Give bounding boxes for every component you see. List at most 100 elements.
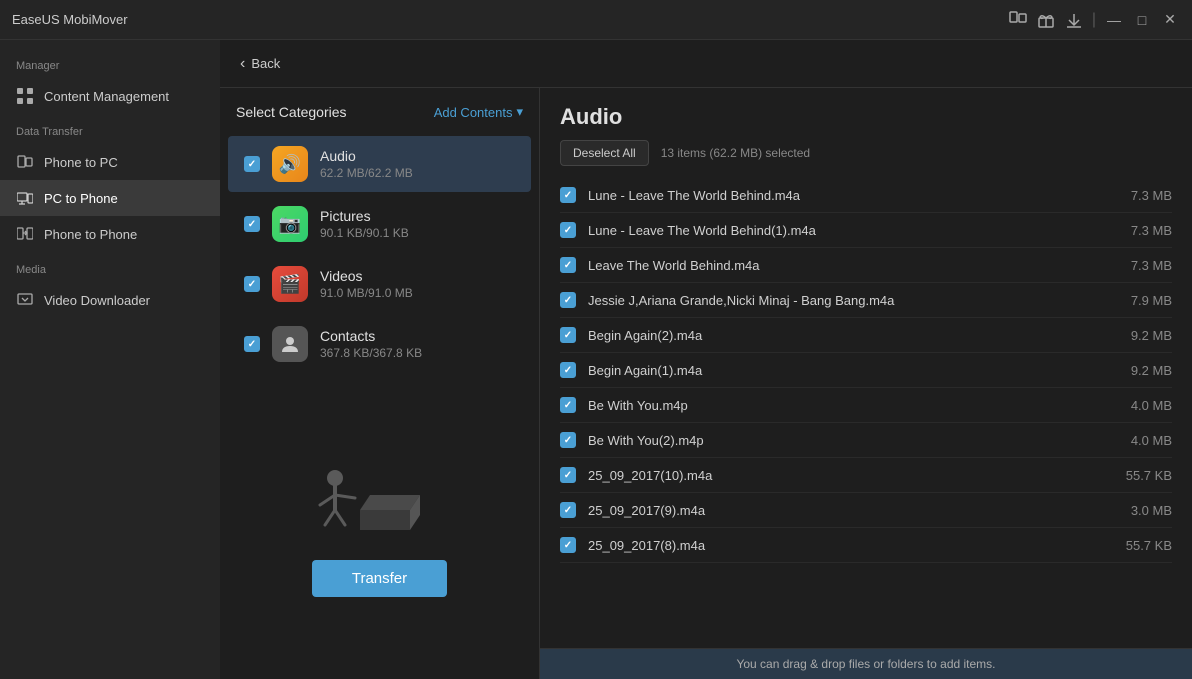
file-name: Begin Again(2).m4a xyxy=(588,328,1090,343)
file-size: 7.9 MB xyxy=(1102,293,1172,308)
file-name: Begin Again(1).m4a xyxy=(588,363,1090,378)
add-contents-arrow-icon: ▾ xyxy=(516,104,523,120)
file-checkbox[interactable] xyxy=(560,397,576,413)
audio-icon: 🔊 xyxy=(272,146,308,182)
add-contents-label: Add Contents xyxy=(434,105,513,120)
pictures-info: Pictures 90.1 KB/90.1 KB xyxy=(320,208,515,240)
titlebar: EaseUS MobiMover | — □ ✕ xyxy=(0,0,1192,40)
file-name: Jessie J,Ariana Grande,Nicki Minaj - Ban… xyxy=(588,293,1090,308)
back-button[interactable]: ‹ Back xyxy=(240,55,280,73)
file-size: 3.0 MB xyxy=(1102,503,1172,518)
file-size: 9.2 MB xyxy=(1102,328,1172,343)
file-item: Be With You.m4p 4.0 MB xyxy=(560,388,1172,423)
videos-info: Videos 91.0 MB/91.0 MB xyxy=(320,268,515,300)
transfer-area: Transfer xyxy=(220,374,539,663)
category-videos[interactable]: 🎬 Videos 91.0 MB/91.0 MB xyxy=(228,256,531,312)
device-icon[interactable] xyxy=(1008,10,1028,30)
file-name: Be With You(2).m4p xyxy=(588,433,1090,448)
categories-panel: Select Categories Add Contents ▾ 🔊 Audio… xyxy=(220,88,540,679)
pictures-size: 90.1 KB/90.1 KB xyxy=(320,226,515,240)
file-name: Lune - Leave The World Behind.m4a xyxy=(588,188,1090,203)
close-button[interactable]: ✕ xyxy=(1160,10,1180,30)
contacts-size: 367.8 KB/367.8 KB xyxy=(320,346,515,360)
transfer-button[interactable]: Transfer xyxy=(312,560,447,597)
files-title: Audio xyxy=(560,104,1172,130)
file-name: Be With You.m4p xyxy=(588,398,1090,413)
sidebar-item-content-management[interactable]: Content Management xyxy=(0,78,220,114)
file-item: 25_09_2017(8).m4a55.7 KB xyxy=(560,528,1172,563)
category-pictures[interactable]: 📷 Pictures 90.1 KB/90.1 KB xyxy=(228,196,531,252)
videos-size: 91.0 MB/91.0 MB xyxy=(320,286,515,300)
sidebar-item-video-downloader[interactable]: Video Downloader xyxy=(0,282,220,318)
main-container: Manager Content Management Data Transfer xyxy=(0,40,1192,679)
gift-icon[interactable] xyxy=(1036,10,1056,30)
phone-to-pc-icon xyxy=(16,153,34,171)
videos-checkbox[interactable] xyxy=(244,276,260,292)
audio-checkbox[interactable] xyxy=(244,156,260,172)
add-contents-button[interactable]: Add Contents ▾ xyxy=(434,104,523,120)
audio-info: Audio 62.2 MB/62.2 MB xyxy=(320,148,515,180)
file-checkbox[interactable] xyxy=(560,362,576,378)
pictures-name: Pictures xyxy=(320,208,515,224)
pictures-checkbox[interactable] xyxy=(244,216,260,232)
audio-name: Audio xyxy=(320,148,515,164)
file-checkbox[interactable] xyxy=(560,327,576,343)
minimize-button[interactable]: — xyxy=(1104,10,1124,30)
file-checkbox[interactable] xyxy=(560,502,576,518)
file-item: Begin Again(2).m4a 9.2 MB xyxy=(560,318,1172,353)
contacts-checkbox[interactable] xyxy=(244,336,260,352)
file-checkbox[interactable] xyxy=(560,537,576,553)
file-item: Lune - Leave The World Behind(1).m4a7.3 … xyxy=(560,213,1172,248)
file-item: 25_09_2017(10).m4a55.7 KB xyxy=(560,458,1172,493)
video-downloader-icon xyxy=(16,291,34,309)
download-icon[interactable] xyxy=(1064,10,1084,30)
file-item: Lune - Leave The World Behind.m4a7.3 MB xyxy=(560,178,1172,213)
pc-to-phone-icon xyxy=(16,189,34,207)
files-header: Audio Deselect All 13 items (62.2 MB) se… xyxy=(540,88,1192,178)
pictures-icon: 📷 xyxy=(272,206,308,242)
panels: Select Categories Add Contents ▾ 🔊 Audio… xyxy=(220,88,1192,679)
file-size: 7.3 MB xyxy=(1102,223,1172,238)
file-checkbox[interactable] xyxy=(560,222,576,238)
file-checkbox[interactable] xyxy=(560,257,576,273)
file-item: 25_09_2017(9).m4a 3.0 MB xyxy=(560,493,1172,528)
sidebar: Manager Content Management Data Transfer xyxy=(0,40,220,679)
category-contacts[interactable]: Contacts 367.8 KB/367.8 KB xyxy=(228,316,531,372)
file-checkbox[interactable] xyxy=(560,187,576,203)
file-item: Jessie J,Ariana Grande,Nicki Minaj - Ban… xyxy=(560,283,1172,318)
pc-to-phone-label: PC to Phone xyxy=(44,191,118,206)
file-item: Be With You(2).m4p4.0 MB xyxy=(560,423,1172,458)
maximize-button[interactable]: □ xyxy=(1132,10,1152,30)
drag-hint: You can drag & drop files or folders to … xyxy=(540,648,1192,679)
back-arrow-icon: ‹ xyxy=(240,55,245,73)
audio-size: 62.2 MB/62.2 MB xyxy=(320,166,515,180)
deselect-all-button[interactable]: Deselect All xyxy=(560,140,649,166)
top-bar: ‹ Back xyxy=(220,40,1192,88)
file-checkbox[interactable] xyxy=(560,467,576,483)
file-checkbox[interactable] xyxy=(560,292,576,308)
file-item: Begin Again(1).m4a 9.2 MB xyxy=(560,353,1172,388)
file-size: 55.7 KB xyxy=(1102,468,1172,483)
back-label: Back xyxy=(251,56,280,71)
sidebar-item-pc-to-phone[interactable]: PC to Phone xyxy=(0,180,220,216)
content-area: ‹ Back Select Categories Add Contents ▾ xyxy=(220,40,1192,679)
phone-to-phone-label: Phone to Phone xyxy=(44,227,137,242)
file-item: Leave The World Behind.m4a 7.3 MB xyxy=(560,248,1172,283)
sidebar-item-phone-to-pc[interactable]: Phone to PC xyxy=(0,144,220,180)
category-audio[interactable]: 🔊 Audio 62.2 MB/62.2 MB xyxy=(228,136,531,192)
files-list: Lune - Leave The World Behind.m4a7.3 MBL… xyxy=(540,178,1192,648)
selection-info: 13 items (62.2 MB) selected xyxy=(661,146,810,160)
separator: | xyxy=(1092,11,1096,29)
file-name: 25_09_2017(8).m4a xyxy=(588,538,1090,553)
content-management-icon xyxy=(16,87,34,105)
media-section-label: Media xyxy=(0,252,220,282)
file-size: 7.3 MB xyxy=(1102,258,1172,273)
file-name: 25_09_2017(9).m4a xyxy=(588,503,1090,518)
file-size: 9.2 MB xyxy=(1102,363,1172,378)
file-size: 4.0 MB xyxy=(1102,398,1172,413)
videos-name: Videos xyxy=(320,268,515,284)
files-toolbar: Deselect All 13 items (62.2 MB) selected xyxy=(560,140,1172,166)
sidebar-item-phone-to-phone[interactable]: Phone to Phone xyxy=(0,216,220,252)
file-checkbox[interactable] xyxy=(560,432,576,448)
file-name: Leave The World Behind.m4a xyxy=(588,258,1090,273)
